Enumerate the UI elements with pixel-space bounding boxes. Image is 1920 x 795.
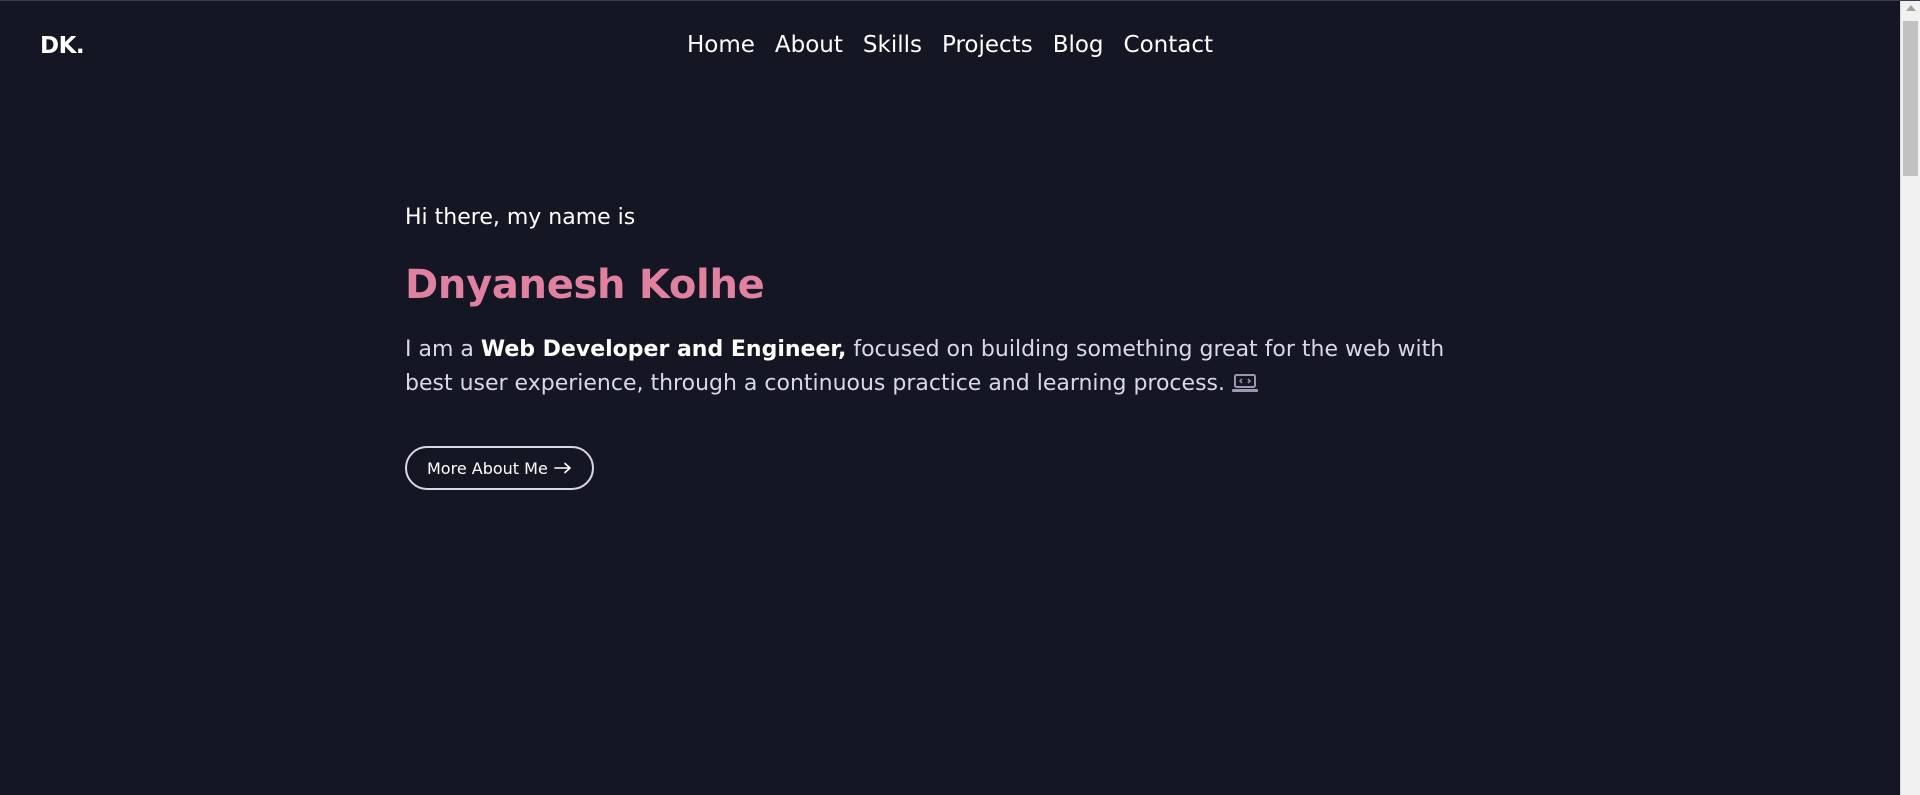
vertical-scrollbar[interactable] [1900, 1, 1920, 795]
hero-section: Hi there, my name is Dnyanesh Kolhe I am… [405, 201, 1485, 490]
nav-projects[interactable]: Projects [942, 32, 1033, 58]
scroll-thumb[interactable] [1903, 21, 1918, 176]
page: DK. Home About Skills Projects Blog Cont… [0, 0, 1920, 795]
arrow-right-icon [553, 459, 572, 478]
nav-blog[interactable]: Blog [1053, 32, 1104, 58]
nav-skills[interactable]: Skills [863, 32, 922, 58]
more-about-me-button[interactable]: More About Me [405, 446, 594, 490]
intro-prefix: I am a [405, 337, 481, 362]
hero-greeting: Hi there, my name is [405, 205, 636, 230]
more-about-me-label: More About Me [427, 458, 548, 478]
scroll-up-arrow-icon[interactable] [1906, 5, 1916, 11]
main-nav: Home About Skills Projects Blog Contact [0, 32, 1900, 58]
laptop-code-icon [1231, 370, 1259, 404]
hero-name: Dnyanesh Kolhe [405, 262, 765, 308]
nav-home[interactable]: Home [687, 32, 755, 58]
intro-role: Web Developer and Engineer, [480, 337, 847, 362]
nav-about[interactable]: About [775, 32, 843, 58]
hero-intro: I am a Web Developer and Engineer, focus… [405, 333, 1465, 404]
nav-contact[interactable]: Contact [1124, 32, 1213, 58]
